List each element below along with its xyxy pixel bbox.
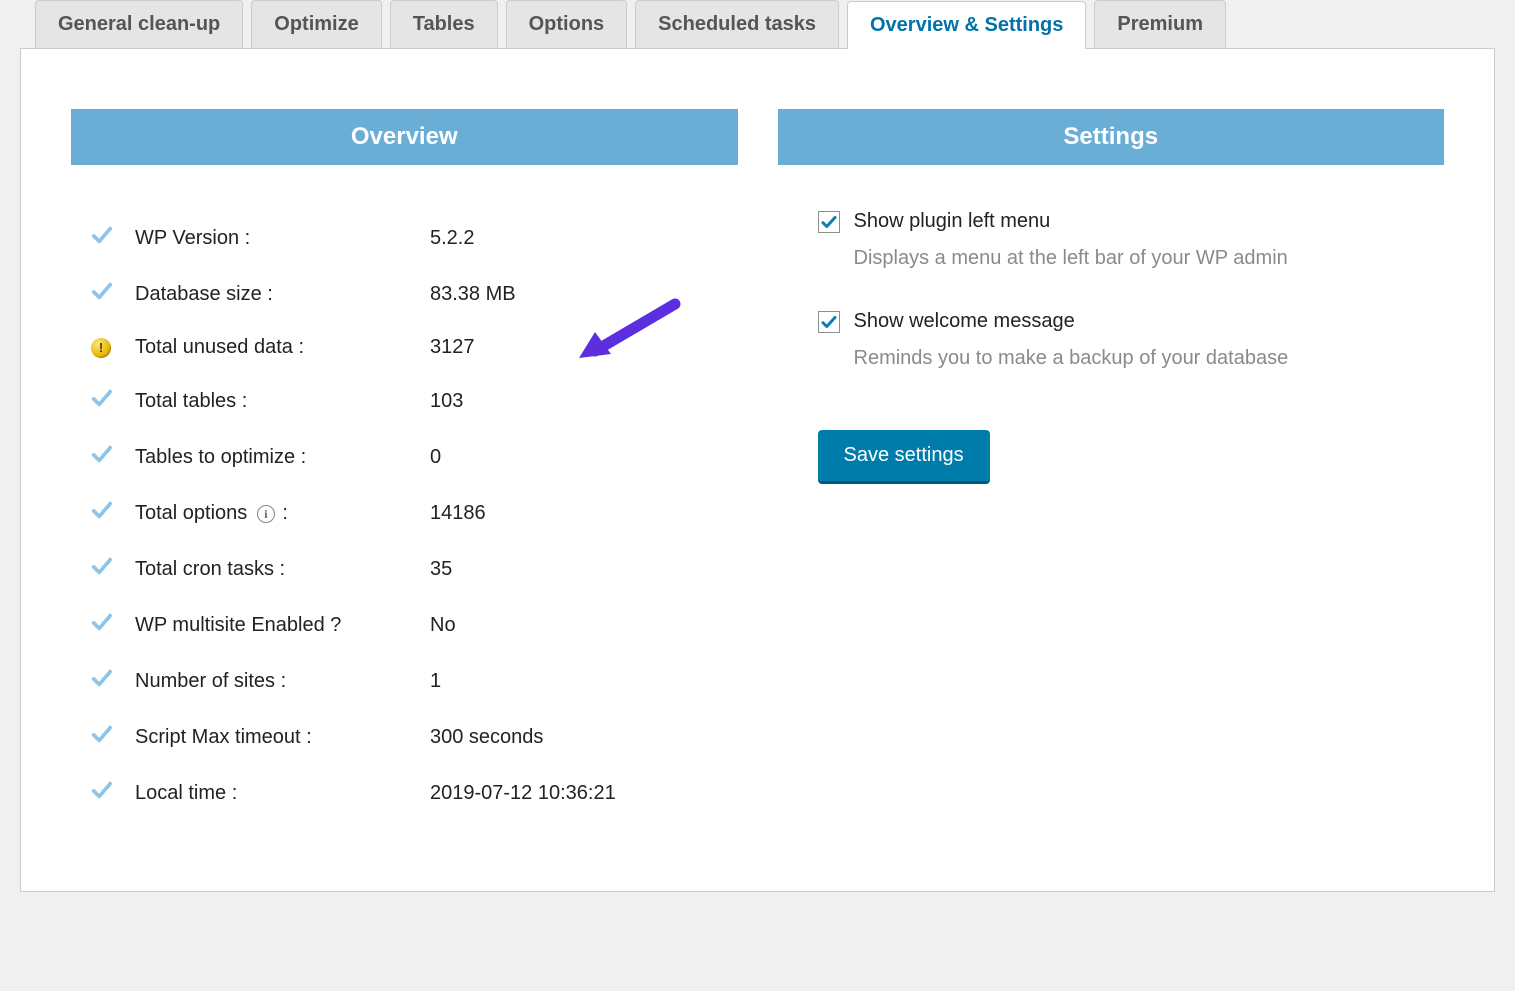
- overview-label: Tables to optimize :: [135, 446, 430, 469]
- overview-label: Database size :: [135, 283, 430, 306]
- checkbox[interactable]: [818, 311, 840, 333]
- overview-label: Script Max timeout :: [135, 726, 430, 749]
- tab-scheduled-tasks[interactable]: Scheduled tasks: [635, 0, 839, 48]
- overview-value: 300 seconds: [430, 726, 728, 749]
- setting-item: Show plugin left menu Displays a menu at …: [818, 210, 1425, 270]
- checkbox[interactable]: [818, 211, 840, 233]
- tab-label: Options: [529, 13, 605, 35]
- save-settings-button[interactable]: Save settings: [818, 430, 990, 484]
- overview-value: 103: [430, 390, 728, 413]
- overview-value: 5.2.2: [430, 227, 728, 250]
- check-icon: [91, 779, 135, 807]
- overview-label: Local time :: [135, 782, 430, 805]
- tab-label: Overview & Settings: [870, 14, 1063, 36]
- overview-value: No: [430, 614, 728, 637]
- tab-tables[interactable]: Tables: [390, 0, 498, 48]
- overview-row: Database size :83.38 MB: [91, 266, 728, 322]
- overview-row: Local time :2019-07-12 10:36:21: [91, 765, 728, 821]
- tab-overview-settings[interactable]: Overview & Settings: [847, 1, 1086, 49]
- overview-row: Total options i :14186: [91, 485, 728, 541]
- tab-label: Scheduled tasks: [658, 13, 816, 35]
- setting-label: Show plugin left menu: [854, 210, 1051, 233]
- overview-value: 2019-07-12 10:36:21: [430, 782, 728, 805]
- overview-card: Overview WP Version :5.2.2Database size …: [71, 109, 738, 821]
- info-icon[interactable]: i: [257, 505, 275, 523]
- setting-label: Show welcome message: [854, 310, 1075, 333]
- tab-label: Optimize: [274, 13, 358, 35]
- check-icon: [91, 280, 135, 308]
- settings-heading: Settings: [778, 109, 1445, 165]
- tab-label: General clean-up: [58, 13, 220, 35]
- overview-row: Total cron tasks :35: [91, 541, 728, 597]
- check-icon: [91, 443, 135, 471]
- overview-row: Number of sites :1: [91, 653, 728, 709]
- tab-premium[interactable]: Premium: [1094, 0, 1226, 48]
- settings-card: Settings Show plugin left menu Displays a…: [778, 109, 1445, 484]
- overview-label: Number of sites :: [135, 670, 430, 693]
- setting-description: Displays a menu at the left bar of your …: [818, 247, 1425, 270]
- tab-options[interactable]: Options: [506, 0, 628, 48]
- overview-label: Total unused data :: [135, 336, 430, 359]
- overview-value: 35: [430, 558, 728, 581]
- check-icon: [91, 555, 135, 583]
- check-icon: [91, 499, 135, 527]
- setting-item: Show welcome message Reminds you to make …: [818, 310, 1425, 370]
- overview-value: 3127: [430, 336, 728, 359]
- tab-label: Tables: [413, 13, 475, 35]
- content-panel: Overview WP Version :5.2.2Database size …: [20, 48, 1495, 892]
- check-icon: [91, 224, 135, 252]
- overview-heading: Overview: [71, 109, 738, 165]
- overview-row: Script Max timeout :300 seconds: [91, 709, 728, 765]
- setting-description: Reminds you to make a backup of your dat…: [818, 347, 1425, 370]
- overview-row: !Total unused data :3127: [91, 322, 728, 373]
- warning-icon: !: [91, 338, 135, 358]
- check-icon: [91, 611, 135, 639]
- overview-label: WP Version :: [135, 227, 430, 250]
- tab-label: Premium: [1117, 13, 1203, 35]
- overview-row: WP multisite Enabled ?No: [91, 597, 728, 653]
- overview-value: 1: [430, 670, 728, 693]
- tab-general-clean-up[interactable]: General clean-up: [35, 0, 243, 48]
- tab-bar: General clean-up Optimize Tables Options Sch…: [0, 0, 1515, 48]
- check-icon: [91, 667, 135, 695]
- overview-row: Total tables :103: [91, 373, 728, 429]
- overview-label: WP multisite Enabled ?: [135, 614, 430, 637]
- overview-value: 14186: [430, 502, 728, 525]
- overview-value: 83.38 MB: [430, 283, 728, 306]
- overview-label: Total tables :: [135, 390, 430, 413]
- tab-optimize[interactable]: Optimize: [251, 0, 381, 48]
- overview-label: Total options i :: [135, 502, 430, 525]
- overview-row: WP Version :5.2.2: [91, 210, 728, 266]
- check-icon: [91, 723, 135, 751]
- overview-row: Tables to optimize :0: [91, 429, 728, 485]
- check-icon: [91, 387, 135, 415]
- overview-value: 0: [430, 446, 728, 469]
- overview-label: Total cron tasks :: [135, 558, 430, 581]
